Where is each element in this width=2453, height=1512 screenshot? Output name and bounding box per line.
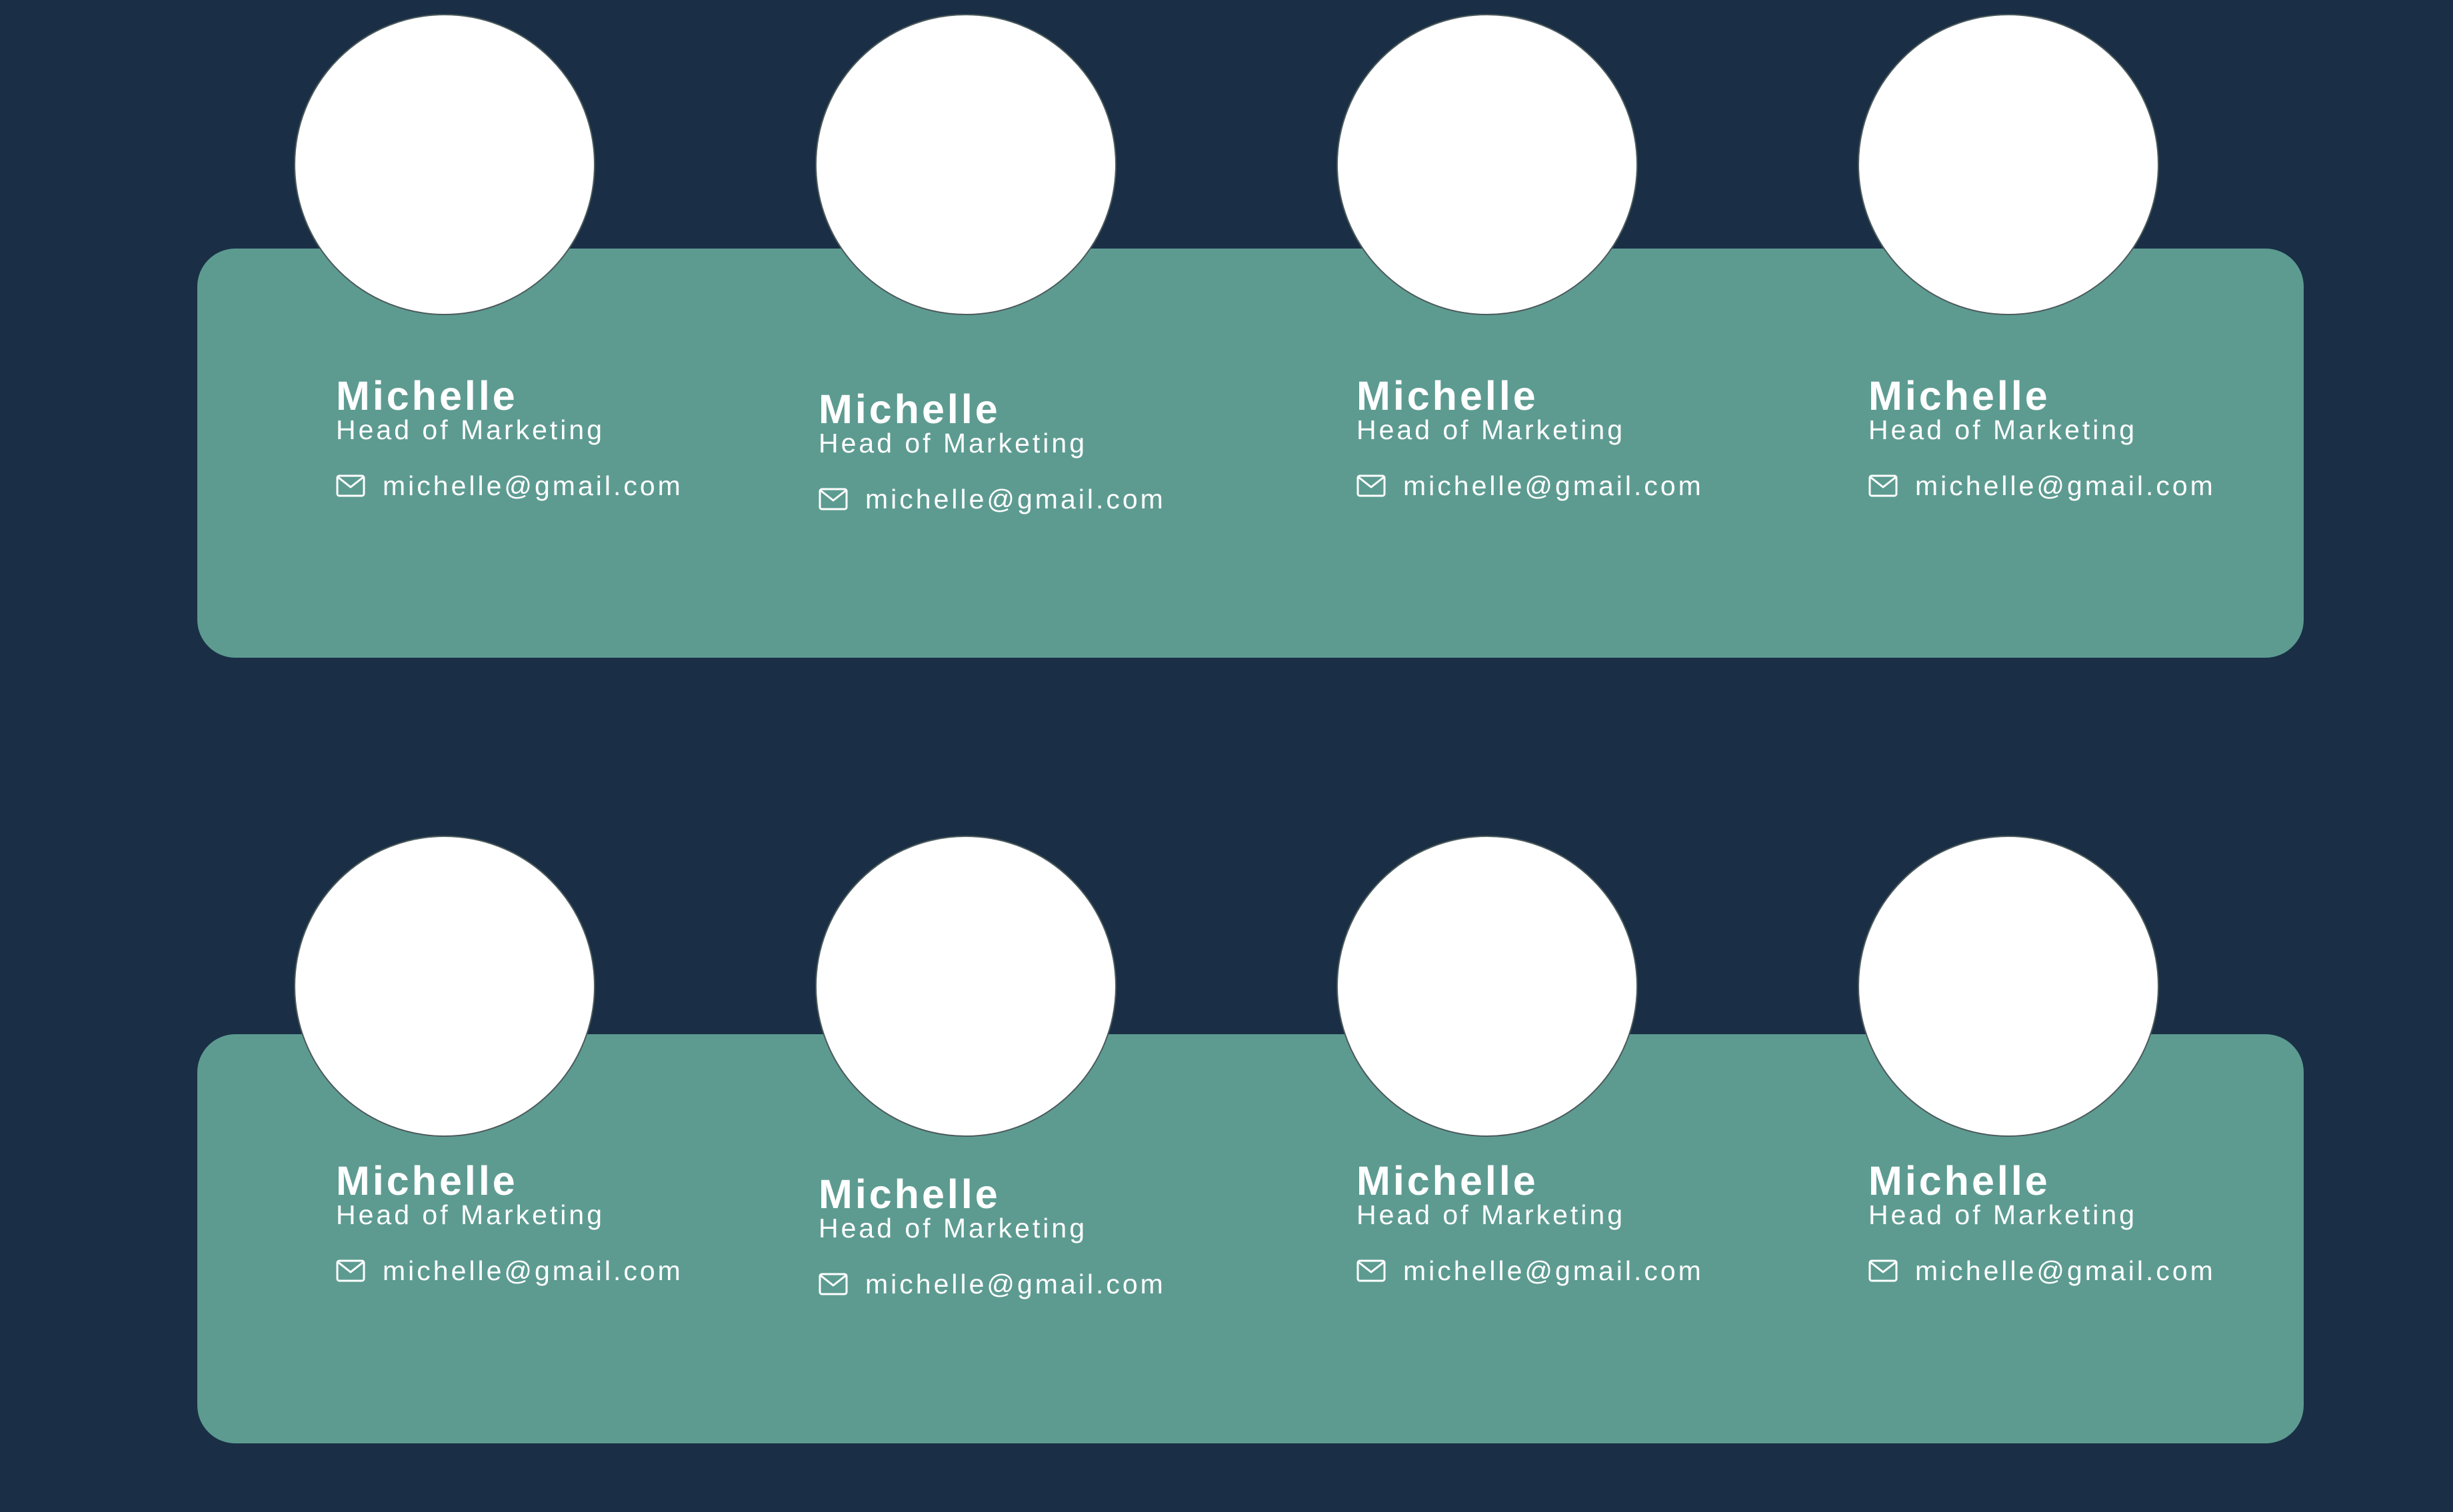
member-role: Head of Marketing (1868, 1199, 2138, 1230)
mail-icon (336, 474, 365, 497)
member-email[interactable]: michelle@gmail.com (1403, 1255, 1704, 1286)
member-email-row[interactable]: michelle@gmail.com (1868, 1255, 2216, 1286)
member-email-row[interactable]: michelle@gmail.com (1356, 470, 1704, 501)
avatar (1336, 14, 1638, 315)
mail-icon (1356, 1259, 1386, 1282)
member-name: Michelle (1868, 373, 2050, 418)
avatar (815, 14, 1117, 315)
member-email[interactable]: michelle@gmail.com (1915, 470, 2216, 501)
mail-icon (1868, 1259, 1898, 1282)
member-role: Head of Marketing (336, 414, 605, 445)
member-card: Michelle Head of Marketing michelle@gmai… (336, 375, 683, 501)
avatar (294, 836, 595, 1137)
mail-icon (336, 1259, 365, 1282)
member-email[interactable]: michelle@gmail.com (865, 1269, 1166, 1299)
member-role: Head of Marketing (1356, 1199, 1626, 1230)
member-email-row[interactable]: michelle@gmail.com (819, 484, 1166, 514)
member-card: Michelle Head of Marketing michelle@gmai… (1868, 1159, 2216, 1286)
member-email-row[interactable]: michelle@gmail.com (1868, 470, 2216, 501)
member-role: Head of Marketing (336, 1199, 605, 1230)
member-card: Michelle Head of Marketing michelle@gmai… (819, 388, 1166, 514)
mail-icon (819, 488, 848, 510)
member-name: Michelle (819, 386, 1001, 432)
avatar (815, 836, 1117, 1137)
member-name: Michelle (1868, 1158, 2050, 1203)
member-email-row[interactable]: michelle@gmail.com (819, 1269, 1166, 1299)
member-name: Michelle (336, 1158, 518, 1203)
member-email-row[interactable]: michelle@gmail.com (1356, 1255, 1704, 1286)
member-role: Head of Marketing (1356, 414, 1626, 445)
mail-icon (819, 1273, 848, 1295)
member-card: Michelle Head of Marketing michelle@gmai… (336, 1159, 683, 1286)
member-role: Head of Marketing (1868, 414, 2138, 445)
avatar (1858, 836, 2159, 1137)
member-email[interactable]: michelle@gmail.com (383, 1255, 683, 1286)
member-email[interactable]: michelle@gmail.com (1403, 470, 1704, 501)
member-email-row[interactable]: michelle@gmail.com (336, 470, 683, 501)
mail-icon (1356, 474, 1386, 497)
member-email[interactable]: michelle@gmail.com (1915, 1255, 2216, 1286)
avatar (1336, 836, 1638, 1137)
member-card: Michelle Head of Marketing michelle@gmai… (1356, 1159, 1704, 1286)
member-name: Michelle (1356, 373, 1538, 418)
avatar (1858, 14, 2159, 315)
avatar (294, 14, 595, 315)
member-role: Head of Marketing (819, 1213, 1088, 1243)
member-email[interactable]: michelle@gmail.com (383, 470, 683, 501)
member-name: Michelle (1356, 1158, 1538, 1203)
member-card: Michelle Head of Marketing michelle@gmai… (819, 1173, 1166, 1299)
member-card: Michelle Head of Marketing michelle@gmai… (1356, 375, 1704, 501)
member-email[interactable]: michelle@gmail.com (865, 484, 1166, 514)
member-role: Head of Marketing (819, 428, 1088, 458)
member-name: Michelle (819, 1171, 1001, 1217)
member-email-row[interactable]: michelle@gmail.com (336, 1255, 683, 1286)
mail-icon (1868, 474, 1898, 497)
member-card: Michelle Head of Marketing michelle@gmai… (1868, 375, 2216, 501)
member-name: Michelle (336, 373, 518, 418)
